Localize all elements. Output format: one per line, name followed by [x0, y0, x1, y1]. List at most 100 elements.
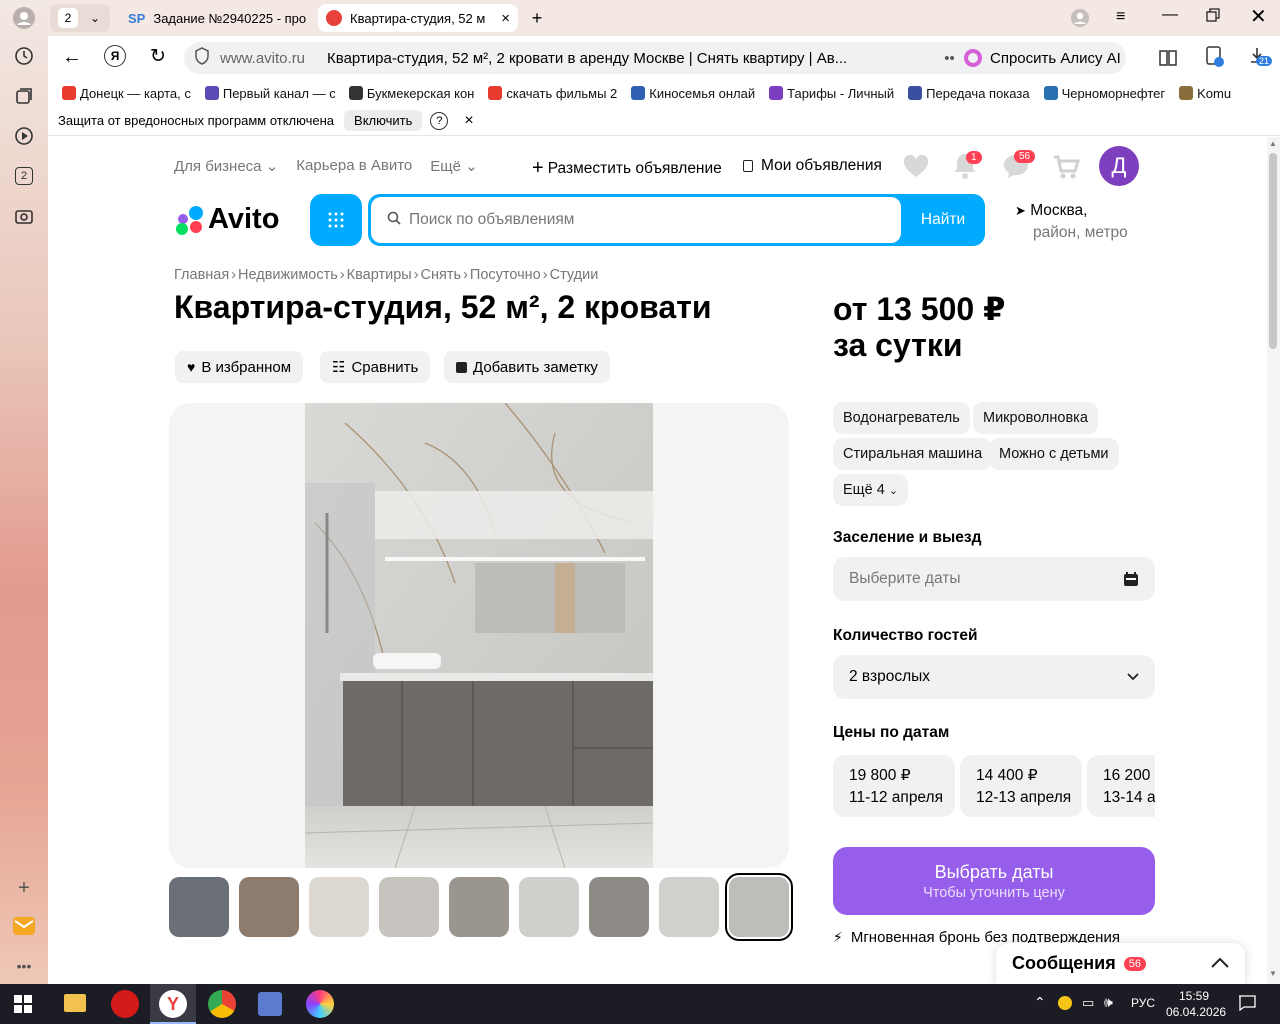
breadcrumb-link[interactable]: Главная — [174, 267, 229, 283]
collections-icon[interactable] — [12, 84, 36, 108]
compare-button[interactable]: ☷ Сравнить — [320, 351, 431, 383]
tab-avito[interactable]: Квартира-студия, 52 м × — [318, 4, 518, 32]
reload-icon[interactable]: ↻ — [150, 45, 166, 68]
language-indicator[interactable]: РУС — [1131, 996, 1155, 1010]
gallery-thumbnail[interactable] — [379, 877, 439, 937]
location-selector[interactable]: ➤ Москва, район, метро — [1015, 200, 1128, 244]
restore-icon[interactable] — [1206, 8, 1220, 27]
volume-icon[interactable]: 🕪 — [1104, 994, 1113, 1011]
chevron-up-icon[interactable] — [1211, 955, 1229, 973]
gallery-thumbnail[interactable] — [169, 877, 229, 937]
new-tab-button[interactable]: + — [524, 4, 550, 32]
notifications-bell-icon[interactable]: 1 — [952, 151, 982, 184]
breadcrumb-link[interactable]: Снять — [421, 267, 462, 283]
nav-career[interactable]: Карьера в Авито — [296, 157, 412, 175]
bookmark-item[interactable]: Тарифы - Личный — [769, 86, 894, 101]
nav-business[interactable]: Для бизнеса ⌄ — [174, 157, 278, 175]
video-icon[interactable] — [12, 124, 36, 148]
cart-icon[interactable] — [1052, 153, 1081, 186]
add-panel-icon[interactable]: + — [12, 876, 36, 900]
taskbar-yandex-active[interactable]: Y — [150, 984, 196, 1024]
scrollbar-thumb[interactable] — [1269, 153, 1277, 349]
document-check-icon[interactable] — [1204, 46, 1226, 73]
breadcrumb-link[interactable]: Посуточно — [470, 267, 541, 283]
notification-center-icon[interactable] — [1238, 995, 1256, 1016]
menu-icon[interactable]: ≡ — [1116, 8, 1125, 26]
guests-select[interactable]: 2 взрослых — [833, 655, 1155, 699]
yandex-icon[interactable]: Я — [104, 45, 126, 67]
more-icon[interactable]: ••• — [12, 954, 36, 978]
my-ads-link[interactable]: Мои объявления — [743, 157, 882, 175]
file-explorer-icon[interactable] — [64, 994, 86, 1012]
close-protection-icon[interactable]: × — [464, 112, 473, 130]
messages-icon[interactable]: 56 — [1002, 150, 1036, 184]
date-price-card[interactable]: 19 800 ₽11-12 апреля — [833, 755, 955, 817]
profile-small-icon[interactable] — [1070, 8, 1090, 33]
favorites-heart-icon[interactable] — [902, 153, 930, 184]
scroll-up-icon[interactable]: ▲ — [1269, 139, 1277, 148]
scroll-down-icon[interactable]: ▼ — [1269, 969, 1277, 978]
breadcrumb-link[interactable]: Квартиры — [347, 267, 412, 283]
gallery-thumbnail[interactable] — [449, 877, 509, 937]
back-icon[interactable]: ← — [62, 46, 82, 69]
tabs-counter-icon[interactable]: 2 — [12, 164, 36, 188]
close-tab-icon[interactable]: × — [501, 10, 510, 27]
breadcrumb-link[interactable]: Студии — [550, 267, 599, 283]
messages-widget[interactable]: Сообщения 56 — [996, 943, 1245, 984]
chrome-icon[interactable] — [208, 990, 236, 1018]
enable-protection-button[interactable]: Включить — [344, 110, 423, 131]
profile-icon[interactable] — [12, 6, 36, 30]
address-bar[interactable]: www.avito.ru Квартира-студия, 52 м², 2 к… — [184, 42, 994, 74]
avatar[interactable]: Д — [1099, 146, 1139, 186]
categories-button[interactable] — [310, 194, 362, 246]
close-window-icon[interactable]: ✕ — [1250, 4, 1267, 29]
opera-icon[interactable] — [111, 990, 139, 1018]
bookmark-item[interactable]: Черноморнефтег — [1043, 86, 1165, 101]
gallery-thumbnail[interactable] — [239, 877, 299, 937]
downloads-icon[interactable]: 21 — [1248, 46, 1273, 69]
gallery-thumbnail[interactable] — [519, 877, 579, 937]
color-app-icon[interactable] — [306, 990, 334, 1018]
bookmark-item[interactable]: Komu — [1179, 86, 1231, 101]
screenshot-icon[interactable] — [12, 204, 36, 228]
tray-app-icon[interactable] — [1058, 996, 1072, 1010]
select-dates-button[interactable]: Выбрать даты Чтобы уточнить цену — [833, 847, 1155, 915]
app-icon[interactable] — [258, 992, 282, 1016]
bookmark-item[interactable]: Букмекерская кон — [348, 86, 474, 101]
ask-alice-button[interactable]: Спросить Алису AI — [954, 42, 1126, 74]
date-price-card[interactable]: 14 400 ₽12-13 апреля — [960, 755, 1082, 817]
photo-gallery[interactable] — [169, 403, 789, 868]
avito-logo[interactable]: Avito — [174, 203, 279, 236]
tray-chevron-up-icon[interactable]: ⌃ — [1034, 994, 1046, 1011]
bookmark-item[interactable]: Первый канал — с — [204, 86, 335, 101]
date-picker-input[interactable]: Выберите даты — [833, 557, 1155, 601]
gallery-thumbnail[interactable] — [589, 877, 649, 937]
search-button[interactable]: Найти — [901, 194, 985, 246]
bookmark-item[interactable]: Донецк — карта, с — [62, 86, 191, 101]
favorite-button[interactable]: ♥ В избранном — [175, 351, 304, 383]
nav-more[interactable]: Ещё ⌄ — [430, 157, 477, 175]
gallery-thumbnail[interactable] — [725, 873, 793, 941]
bookmark-item[interactable]: Киносемья онлай — [631, 86, 755, 101]
post-ad-link[interactable]: + Разместить объявление — [532, 157, 722, 180]
clock[interactable]: 15:59 06.04.2026 — [1166, 988, 1226, 1020]
date-price-card[interactable]: 16 200 ₽13-14 апреля — [1087, 755, 1155, 817]
gallery-thumbnail[interactable] — [309, 877, 369, 937]
reader-icon[interactable] — [1158, 48, 1178, 73]
minimize-icon[interactable]: — — [1162, 6, 1178, 24]
search-input[interactable]: Поиск по объявлениям — [371, 197, 901, 243]
bookmark-item[interactable]: Передача показа — [908, 86, 1030, 101]
history-icon[interactable] — [12, 44, 36, 68]
tab-counter[interactable]: 2 ⌄ — [50, 4, 110, 32]
more-amenities-button[interactable]: Ещё 4 ⌄ — [833, 474, 908, 506]
add-note-button[interactable]: Добавить заметку — [444, 351, 610, 383]
bookmark-item[interactable]: скачать фильмы 2 — [488, 86, 617, 101]
breadcrumb-link[interactable]: Недвижимость — [238, 267, 338, 283]
gallery-thumbnail[interactable] — [659, 877, 719, 937]
windows-start-icon[interactable] — [14, 995, 32, 1018]
help-icon[interactable]: ? — [430, 111, 449, 130]
tab-task[interactable]: SP Задание №2940225 - про — [120, 4, 310, 32]
network-icon[interactable]: ▭ — [1082, 995, 1094, 1011]
mail-icon[interactable] — [12, 914, 36, 938]
page-scrollbar[interactable]: ▲ ▼ — [1267, 137, 1280, 984]
